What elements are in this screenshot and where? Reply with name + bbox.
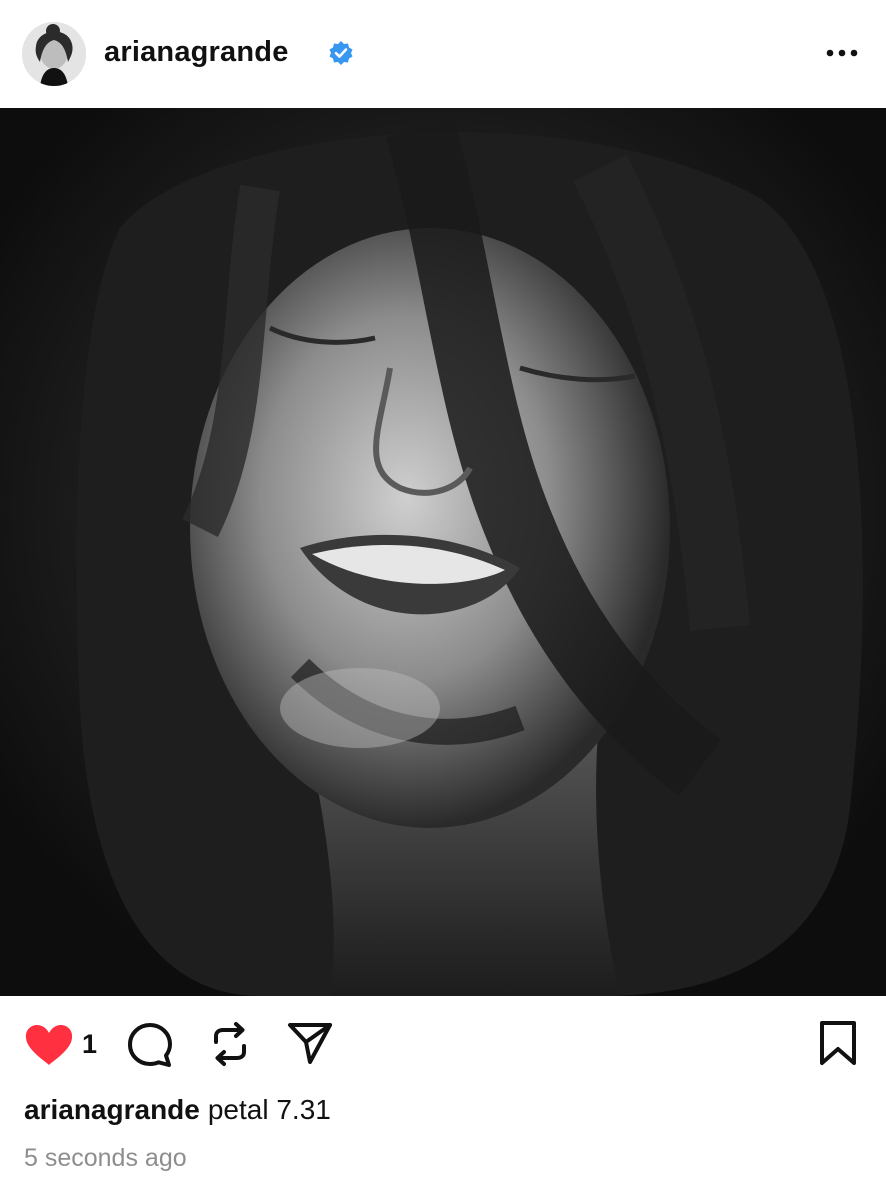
verified-badge-icon (328, 40, 354, 66)
post-timestamp: 5 seconds ago (24, 1144, 187, 1172)
comment-icon[interactable] (126, 1021, 174, 1074)
caption-text: petal 7.31 (207, 1094, 331, 1125)
post-header: arianagrande (0, 0, 886, 108)
like-count[interactable]: 1 (82, 1029, 97, 1060)
repost-icon[interactable] (206, 1020, 254, 1073)
heart-icon[interactable] (24, 1024, 74, 1071)
send-icon[interactable] (286, 1020, 334, 1071)
avatar[interactable] (22, 22, 86, 86)
bookmark-icon[interactable] (818, 1020, 858, 1071)
more-options-icon[interactable] (822, 38, 862, 68)
caption-username[interactable]: arianagrande (24, 1094, 200, 1125)
post-username[interactable]: arianagrande (104, 36, 289, 69)
post-caption: arianagrande petal 7.31 (24, 1094, 331, 1126)
post-photo[interactable] (0, 108, 886, 996)
